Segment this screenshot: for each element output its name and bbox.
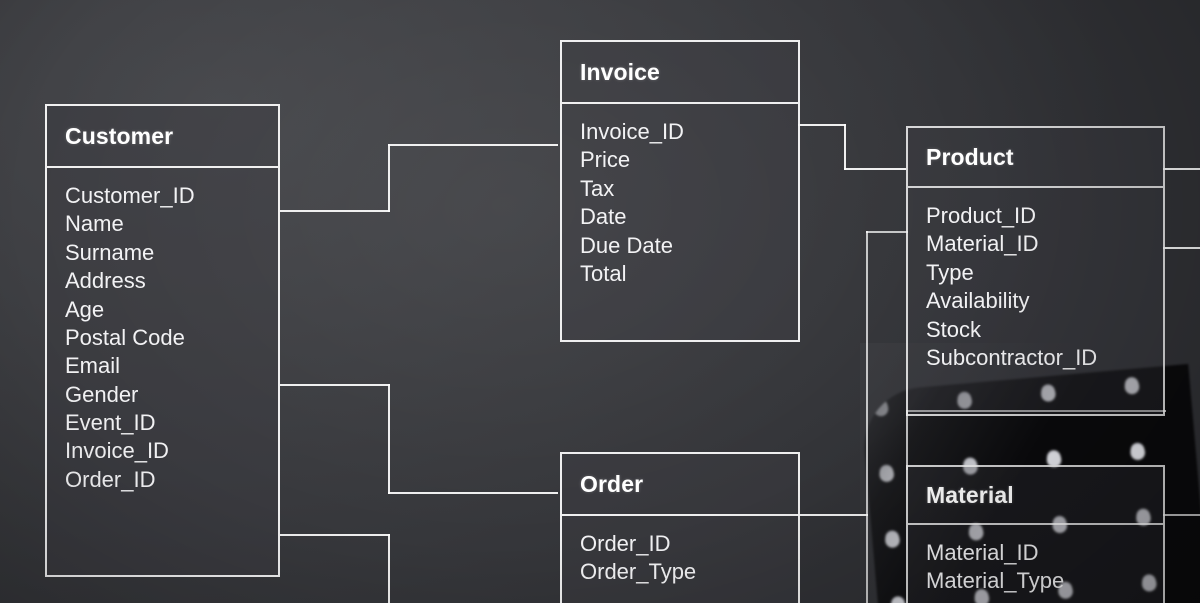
- connector-customer-order-segment-c: [388, 492, 558, 494]
- connector-invoice-product-segment-b: [844, 124, 846, 170]
- attribute-item: Date: [580, 204, 627, 230]
- attribute-item: Invoice_ID: [580, 119, 684, 144]
- connector-product-material-segment-a: [866, 231, 908, 233]
- connector-invoice-product-segment-c: [844, 168, 906, 170]
- attribute-item: Subcontractor_ID: [926, 344, 1098, 370]
- entity-order-title: Order: [562, 454, 798, 516]
- connector-material-right-stub: [1163, 514, 1200, 516]
- attribute-item: Material_ID: [926, 231, 1039, 257]
- attribute-item: Surname: [65, 239, 155, 265]
- attribute-item: Tax: [580, 175, 615, 201]
- attribute-item: Name: [65, 211, 124, 237]
- connector-order-right-stub: [798, 514, 868, 516]
- entity-invoice[interactable]: Invoice Invoice_ID Price Tax Date Due Da…: [560, 40, 800, 342]
- attribute-item: Order_ID: [65, 466, 156, 492]
- connector-customer-bottom-segment-b: [388, 534, 390, 603]
- entity-product-attributes: Product_ID Material_ID Type Availability…: [908, 188, 1163, 382]
- connector-customer-invoice-segment-b: [388, 144, 390, 212]
- attribute-item: Gender: [65, 381, 139, 407]
- entity-material-title: Material: [908, 467, 1163, 525]
- attribute-item: Order_ID: [580, 531, 671, 556]
- attribute-item: Availability: [926, 288, 1030, 314]
- connector-product-right-upper: [1163, 168, 1200, 170]
- attribute-item: Price: [580, 147, 631, 173]
- attribute-item: Due Date: [580, 232, 673, 258]
- connector-customer-bottom-segment-a: [280, 534, 390, 536]
- attribute-item: Type: [926, 259, 974, 285]
- attribute-item: Age: [65, 296, 105, 322]
- attribute-item: Product_ID: [926, 203, 1037, 228]
- attribute-item: Material_ID: [926, 540, 1039, 565]
- entity-invoice-attributes: Invoice_ID Price Tax Date Due Date Total: [562, 104, 798, 298]
- entity-order-attributes: Order_ID Order_Type: [562, 516, 798, 597]
- attribute-item: Postal Code: [65, 324, 185, 350]
- entity-order[interactable]: Order Order_ID Order_Type: [560, 452, 800, 603]
- er-diagram-scene: Customer Customer_ID Name Surname Addres…: [0, 0, 1200, 603]
- attribute-item: Customer_ID: [65, 183, 195, 208]
- entity-material[interactable]: Material Material_ID Material_Type: [906, 465, 1165, 603]
- connector-material-left-riser: [906, 410, 908, 470]
- entity-product-title: Product: [908, 128, 1163, 188]
- attribute-item: Order_Type: [580, 559, 697, 585]
- entity-material-attributes: Material_ID Material_Type: [908, 525, 1163, 603]
- attribute-item: Material_Type: [926, 568, 1065, 594]
- attribute-item: Invoice_ID: [65, 438, 169, 464]
- attribute-item: Email: [65, 353, 121, 379]
- connector-customer-order-segment-b: [388, 384, 390, 494]
- entity-customer[interactable]: Customer Customer_ID Name Surname Addres…: [45, 104, 280, 577]
- connector-product-material-segment-b: [866, 231, 868, 603]
- attribute-item: Address: [65, 268, 146, 294]
- entity-invoice-title: Invoice: [562, 42, 798, 104]
- connector-customer-invoice-segment-a: [280, 210, 390, 212]
- entity-product[interactable]: Product Product_ID Material_ID Type Avai…: [906, 126, 1165, 416]
- entity-customer-title: Customer: [47, 106, 278, 168]
- attribute-item: Total: [580, 260, 627, 286]
- attribute-item: Event_ID: [65, 410, 156, 435]
- connector-product-right-lower: [1163, 247, 1200, 249]
- connector-customer-invoice-segment-c: [388, 144, 558, 146]
- connector-invoice-product-segment-a: [798, 124, 846, 126]
- attribute-item: Stock: [926, 316, 982, 342]
- connector-customer-order-segment-a: [280, 384, 390, 386]
- entity-customer-attributes: Customer_ID Name Surname Address Age Pos…: [47, 168, 278, 504]
